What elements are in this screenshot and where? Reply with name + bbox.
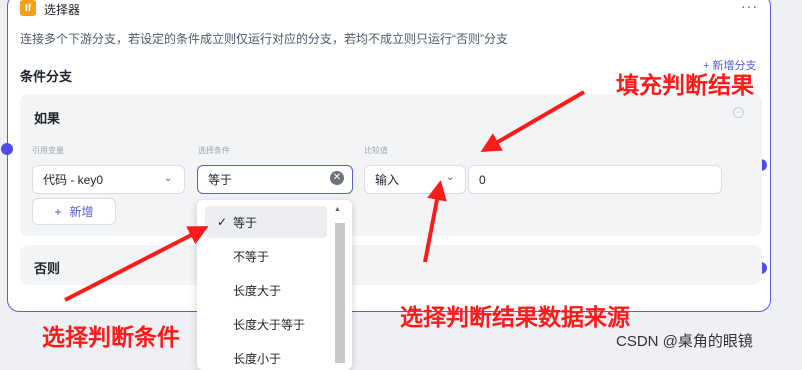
watermark: CSDN @桌角的眼镜	[616, 333, 753, 350]
annotation-select-condition: 选择判断条件	[42, 324, 180, 350]
arrow-to-compare-value	[480, 90, 586, 153]
arrow-to-source-select	[423, 180, 447, 263]
arrow-to-condition-option	[64, 226, 209, 302]
annotation-select-source: 选择判断结果数据来源	[400, 304, 630, 330]
annotation-fill-result: 填充判断结果	[616, 72, 754, 98]
